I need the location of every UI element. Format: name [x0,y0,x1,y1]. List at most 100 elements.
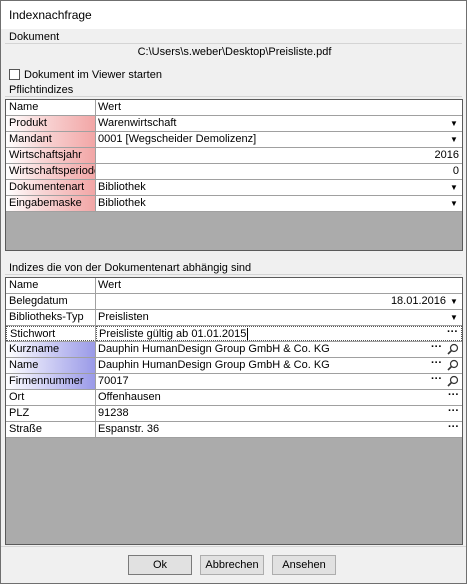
cell-text: 91238 [98,407,129,419]
open-in-viewer-row[interactable]: Dokument im Viewer starten [9,68,162,81]
index-row-firmennummer[interactable]: Firmennummer 70017 ··· [6,374,462,390]
index-row-produkt[interactable]: Produkt Warenwirtschaft ▼ [6,116,462,132]
ellipsis-icon[interactable]: ··· [431,374,442,387]
index-value-strasse[interactable]: Espanstr. 36 ··· [96,422,462,437]
cell-text: Dauphin HumanDesign Group GmbH & Co. KG [98,359,330,371]
divider [5,274,462,275]
index-row-bibliotheks-typ[interactable]: Bibliotheks-Typ Preislisten ▼ [6,310,462,326]
index-row-stichwort[interactable]: Stichwort Preisliste gültig ab 01.01.2015… [6,326,462,342]
index-row-plz[interactable]: PLZ 91238 ··· [6,406,462,422]
index-row-strasse[interactable]: Straße Espanstr. 36 ··· [6,422,462,438]
index-value-wirtschaftsperiode[interactable]: 0 [96,164,462,179]
column-header-value: Wert [96,278,462,293]
grid-header: Name Wert [6,278,462,294]
index-value-name[interactable]: Dauphin HumanDesign Group GmbH & Co. KG ·… [96,358,462,373]
ok-button[interactable]: Ok [128,555,192,575]
index-row-belegdatum[interactable]: Belegdatum 18.01.2016 ▼ [6,294,462,310]
chevron-down-icon[interactable]: ▼ [448,196,460,211]
chevron-down-icon[interactable]: ▼ [448,180,460,195]
chevron-down-icon[interactable]: ▼ [448,310,460,325]
cancel-button[interactable]: Abbrechen [200,555,264,575]
ellipsis-icon[interactable]: ··· [447,327,458,340]
index-value-bibliotheks-typ[interactable]: Preislisten ▼ [96,310,462,325]
column-header-name: Name [6,278,96,293]
index-name: Belegdatum [6,294,96,309]
magnifier-icon[interactable] [447,343,459,355]
index-row-wirtschaftsperiode[interactable]: Wirtschaftsperiode 0 [6,164,462,180]
ellipsis-icon[interactable]: ··· [431,358,442,371]
index-row-dokumentenart[interactable]: Dokumentenart Bibliothek ▼ [6,180,462,196]
chevron-down-icon[interactable]: ▼ [448,294,460,309]
cell-text: Bibliothek [98,197,146,209]
column-header-name: Name [6,100,96,115]
view-button[interactable]: Ansehen [272,555,336,575]
column-header-value: Wert [96,100,462,115]
index-value-firmennummer[interactable]: 70017 ··· [96,374,462,389]
index-row-ort[interactable]: Ort Offenhausen ··· [6,390,462,406]
index-request-dialog: Indexnachfrage Dokument C:\Users\s.weber… [0,0,467,584]
cell-text: Dauphin HumanDesign Group GmbH & Co. KG [98,343,330,355]
cell-text: Bibliothek [98,181,146,193]
index-value-ort[interactable]: Offenhausen ··· [96,390,462,405]
index-name: Firmennummer [6,374,96,389]
date-value: 18.01.2016 [390,295,446,307]
dependent-index-grid: Name Wert Belegdatum 18.01.2016 ▼ Bibliothe… [5,277,463,545]
cell-text: Espanstr. 36 [98,423,160,435]
index-row-mandant[interactable]: Mandant 0001 [Wegscheider Demolizenz] ▼ [6,132,462,148]
index-value-eingabemaske[interactable]: Bibliothek ▼ [96,196,462,211]
index-name: Straße [6,422,96,437]
chevron-down-icon[interactable]: ▼ [448,132,460,147]
index-name: Wirtschaftsjahr [6,148,96,163]
open-in-viewer-label: Dokument im Viewer starten [24,68,162,81]
cell-text: Preisliste gültig ab 01.01.2015 [99,328,249,340]
ellipsis-icon[interactable]: ··· [448,406,459,419]
cell-text: 70017 [98,375,129,387]
divider [5,43,462,44]
index-value-dokumentenart[interactable]: Bibliothek ▼ [96,180,462,195]
index-value-stichwort[interactable]: Preisliste gültig ab 01.01.2015 ··· [96,326,462,341]
index-name: Dokumentenart [6,180,96,195]
number-value: 2016 [434,149,459,161]
index-row-kurzname[interactable]: Kurzname Dauphin HumanDesign Group GmbH &… [6,342,462,358]
divider [1,546,466,547]
index-name: PLZ [6,406,96,421]
document-path: C:\Users\s.weber\Desktop\Preisliste.pdf [137,46,332,58]
ellipsis-icon[interactable]: ··· [431,342,442,355]
index-value-plz[interactable]: 91238 ··· [96,406,462,421]
index-name: Stichwort [6,326,96,341]
index-value-kurzname[interactable]: Dauphin HumanDesign Group GmbH & Co. KG ·… [96,342,462,357]
index-name: Bibliotheks-Typ [6,310,96,325]
divider [5,96,462,97]
required-section-label: Pflichtindizes [9,84,74,96]
document-section-label: Dokument [9,31,60,43]
magnifier-icon[interactable] [447,359,459,371]
index-value-wirtschaftsjahr[interactable]: 2016 [96,148,462,163]
index-row-name[interactable]: Name Dauphin HumanDesign Group GmbH & Co.… [6,358,462,374]
index-name: Ort [6,390,96,405]
cell-text: 0001 [Wegscheider Demolizenz] [98,133,257,145]
ellipsis-icon[interactable]: ··· [448,422,459,435]
index-name: Mandant [6,132,96,147]
cell-text: Offenhausen [98,391,161,403]
cell-text: Preislisten [98,311,149,323]
cell-text: Warenwirtschaft [98,117,177,129]
window-title: Indexnachfrage [9,8,92,22]
index-row-wirtschaftsjahr[interactable]: Wirtschaftsjahr 2016 [6,148,462,164]
index-value-belegdatum[interactable]: 18.01.2016 ▼ [96,294,462,309]
chevron-down-icon[interactable]: ▼ [448,116,460,131]
index-row-eingabemaske[interactable]: Eingabemaske Bibliothek ▼ [6,196,462,212]
required-index-grid: Name Wert Produkt Warenwirtschaft ▼ Mandant… [5,99,463,251]
magnifier-icon[interactable] [447,375,459,387]
index-name: Kurzname [6,342,96,357]
index-value-mandant[interactable]: 0001 [Wegscheider Demolizenz] ▼ [96,132,462,147]
ellipsis-icon[interactable]: ··· [448,390,459,403]
index-name: Produkt [6,116,96,131]
title-bar: Indexnachfrage [1,1,466,29]
open-in-viewer-checkbox[interactable] [9,69,20,80]
number-value: 0 [452,165,459,177]
index-name: Eingabemaske [6,196,96,211]
index-name: Wirtschaftsperiode [6,164,96,179]
index-value-produkt[interactable]: Warenwirtschaft ▼ [96,116,462,131]
index-name: Name [6,358,96,373]
grid-header: Name Wert [6,100,462,116]
